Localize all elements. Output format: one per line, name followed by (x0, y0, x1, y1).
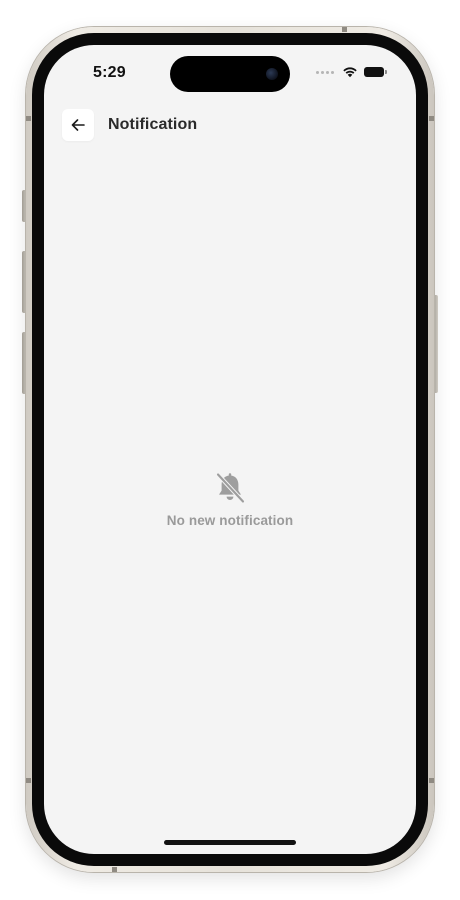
status-indicators (316, 66, 387, 78)
front-camera-icon (266, 68, 278, 80)
antenna-band (342, 27, 347, 32)
antenna-band (429, 778, 434, 783)
antenna-band (112, 867, 117, 872)
phone-screen: 5:29 Notification No new notification (44, 45, 416, 854)
status-time: 5:29 (93, 64, 126, 81)
cellular-dots-icon (316, 70, 334, 74)
back-button[interactable] (62, 109, 94, 141)
dynamic-island (170, 56, 290, 92)
device-stage: 5:29 Notification No new notification (0, 0, 460, 900)
home-indicator[interactable] (164, 840, 296, 845)
battery-icon (364, 67, 387, 77)
bell-off-icon (215, 472, 246, 504)
page-title: Notification (108, 116, 198, 133)
empty-state-message: No new notification (166, 513, 294, 528)
antenna-band (429, 116, 434, 121)
antenna-band (26, 116, 31, 121)
empty-state: No new notification (44, 471, 416, 528)
arrow-left-icon (71, 119, 85, 131)
app-header: Notification (62, 109, 197, 141)
antenna-band (26, 778, 31, 783)
wifi-icon (343, 67, 357, 78)
